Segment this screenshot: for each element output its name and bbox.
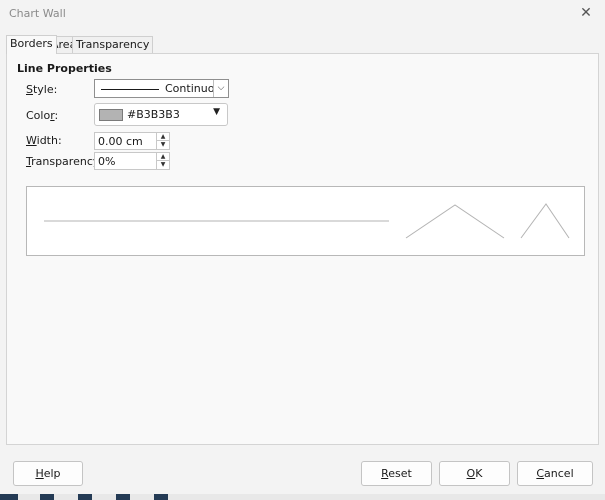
- line-style-value: Continuous: [165, 82, 215, 95]
- dropdown-arrow-icon: ▼: [213, 107, 220, 117]
- background-block: [40, 494, 54, 500]
- line-style-select[interactable]: Continuous ⌵: [94, 79, 229, 98]
- transparency-value: 0%: [98, 155, 116, 168]
- tab-borders[interactable]: Borders: [6, 35, 57, 54]
- width-value: 0.00 cm: [98, 135, 143, 148]
- color-label: Color:: [26, 109, 59, 122]
- transparency-spinbox[interactable]: 0% ▲ ▼: [94, 152, 170, 170]
- line-preview: [26, 186, 585, 256]
- section-heading-line-properties: Line Properties: [17, 62, 112, 75]
- close-icon[interactable]: ✕: [573, 2, 599, 24]
- transparency-label: Transparency:: [26, 155, 103, 168]
- color-picker-button[interactable]: #B3B3B3 ▼: [94, 103, 228, 126]
- spin-down-icon[interactable]: ▼: [156, 161, 169, 169]
- chevron-down-icon[interactable]: ⌵: [213, 80, 228, 97]
- spin-up-icon[interactable]: ▲: [156, 153, 169, 161]
- spin-up-icon[interactable]: ▲: [156, 133, 169, 141]
- preview-peak-line: [520, 203, 570, 239]
- width-label: Width:: [26, 134, 62, 147]
- background-block: [0, 494, 18, 500]
- background-block: [154, 494, 168, 500]
- background-block: [78, 494, 92, 500]
- window-title: Chart Wall: [9, 7, 66, 20]
- help-button[interactable]: Help: [13, 461, 83, 486]
- color-swatch: [99, 109, 123, 121]
- ok-button[interactable]: OK: [439, 461, 510, 486]
- color-value: #B3B3B3: [127, 108, 180, 121]
- line-style-preview: [101, 89, 159, 90]
- cancel-button[interactable]: Cancel: [517, 461, 593, 486]
- title-bar: Chart Wall ✕: [0, 0, 605, 28]
- preview-peak-line: [405, 204, 505, 239]
- borders-panel: Line Properties Style: Continuous ⌵ Colo…: [6, 53, 599, 445]
- reset-button[interactable]: Reset: [361, 461, 432, 486]
- line-preview-graphic: [44, 203, 570, 239]
- width-spinbox[interactable]: 0.00 cm ▲ ▼: [94, 132, 170, 150]
- background-window-strip: [0, 494, 605, 500]
- style-label: Style:: [26, 83, 58, 96]
- spin-down-icon[interactable]: ▼: [156, 141, 169, 149]
- tab-transparency[interactable]: Transparency: [72, 36, 154, 54]
- background-block: [116, 494, 130, 500]
